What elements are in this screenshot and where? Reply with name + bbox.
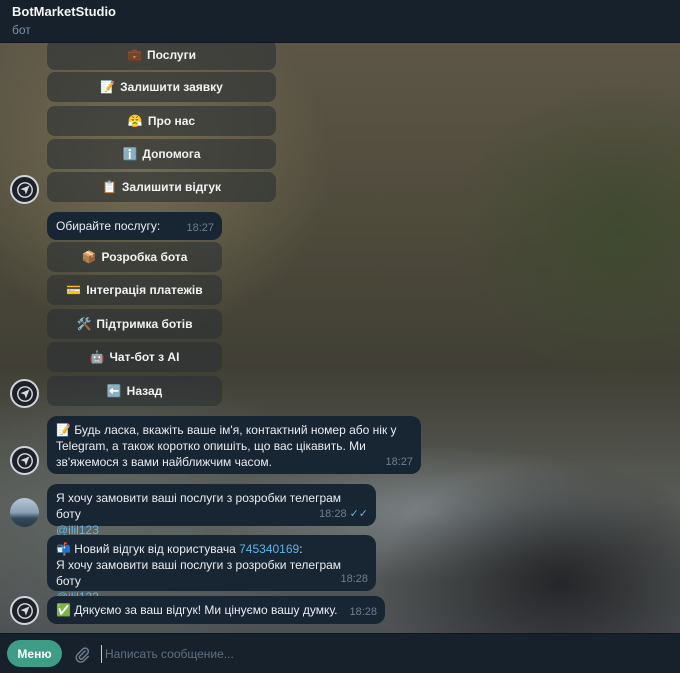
message-time: 18:28 ✓✓ [319,508,368,520]
kb-button-label: Назад [126,384,163,398]
kb-button-label: Послуги [146,48,196,62]
menu-button[interactable]: Меню [7,640,62,667]
message-user-order: Я хочу замовити ваші послуги з розробки … [47,484,376,537]
message-choose-service: Обирайте послугу: 18:27 [47,212,222,240]
bot-avatar[interactable] [10,175,39,204]
kb-button-label: Залишити заявку [120,80,223,94]
message-text: Новий відгук від користувача [74,542,236,556]
robot-icon: 🤖 [89,350,105,364]
kb-button-leave-request[interactable]: 📝 Залишити заявку [47,72,276,102]
memo-icon: 📝 [100,80,116,94]
kb-button-ai-chatbot[interactable]: 🤖 Чат-бот з AI [47,342,222,372]
kb-button-label: Залишити відгук [121,180,222,194]
kb-button-label: Розробка бота [101,250,188,264]
credit-card-icon: 💳 [66,283,82,297]
kb-button-services[interactable]: 💼 Послуги [47,43,276,70]
read-ticks-icon: ✓✓ [349,508,368,520]
kb-button-help[interactable]: ℹ️ Допомога [47,139,276,169]
briefcase-icon: 💼 [127,48,142,62]
kb-button-label: Інтеграція платежів [86,283,203,297]
tools-icon: 🛠️ [76,317,92,331]
memo-icon: 📝 [56,423,71,437]
mailbox-icon: 📬 [56,542,71,556]
message-text: Я хочу замовити ваші послуги з розробки … [56,558,342,588]
arrow-left-icon: ⬅️ [106,384,122,398]
kb-button-label: Допомога [142,147,201,161]
message-text: : [299,542,303,556]
bot-logo-icon [16,452,33,469]
message-text: Дякуємо за ваш відгук! Ми цінуємо вашу д… [74,603,338,617]
kb-button-label: Підтримка ботів [96,317,193,331]
message-time: 18:28 [340,573,368,585]
message-time: 18:27 [186,222,214,234]
message-time: 18:28 [349,606,377,618]
clipboard-icon: 📋 [101,180,117,194]
message-new-review: 📬 Новий відгук від користувача 745340169… [47,535,376,604]
user-id-link[interactable]: 745340169 [239,542,299,556]
message-line: Будь ласка, вкажіть ваше ім'я, контактни… [74,423,397,437]
face-icon: 😤 [127,114,143,128]
message-composer: Меню Написать сообщение... [0,633,680,673]
message-line: Telegram, а також коротко опишіть, що ва… [56,439,366,453]
kb-button-bot-support[interactable]: 🛠️ Підтримка ботів [47,309,222,339]
message-request-info: 📝 Будь ласка, вкажіть ваше ім'я, контакт… [47,416,421,474]
paperclip-icon[interactable] [73,645,91,663]
user-avatar[interactable] [10,498,39,527]
kb-button-bot-development[interactable]: 📦 Розробка бота [47,242,222,272]
message-thanks: ✅ Дякуємо за ваш відгук! Ми цінуємо вашу… [47,596,385,624]
kb-button-about[interactable]: 😤 Про нас [47,106,276,136]
chat-area[interactable]: 💼 Послуги 📝 Залишити заявку 😤 Про нас ℹ️… [0,43,680,633]
bot-logo-icon [16,181,33,198]
message-input[interactable]: Написать сообщение... [101,644,234,663]
bot-logo-icon [16,385,33,402]
message-time: 18:27 [385,456,413,468]
bot-avatar[interactable] [10,596,39,625]
bot-avatar[interactable] [10,446,39,475]
chat-subtitle: бот [12,23,31,37]
check-mark-icon: ✅ [56,603,71,617]
kb-button-back[interactable]: ⬅️ Назад [47,376,222,406]
bot-logo-icon [16,602,33,619]
bot-avatar[interactable] [10,379,39,408]
message-text: Обирайте послугу: [56,219,161,233]
package-icon: 📦 [81,250,97,264]
message-line: зв'яжемося з вами найближчим часом. [56,455,272,469]
kb-button-leave-review[interactable]: 📋 Залишити відгук [47,172,276,202]
kb-button-label: Про нас [147,114,196,128]
chat-title: BotMarketStudio [12,4,116,19]
info-icon: ℹ️ [122,147,138,161]
chat-header[interactable]: BotMarketStudio бот [0,0,680,43]
kb-button-label: Чат-бот з AI [109,350,180,364]
kb-button-payments[interactable]: 💳 Інтеграція платежів [47,275,222,305]
